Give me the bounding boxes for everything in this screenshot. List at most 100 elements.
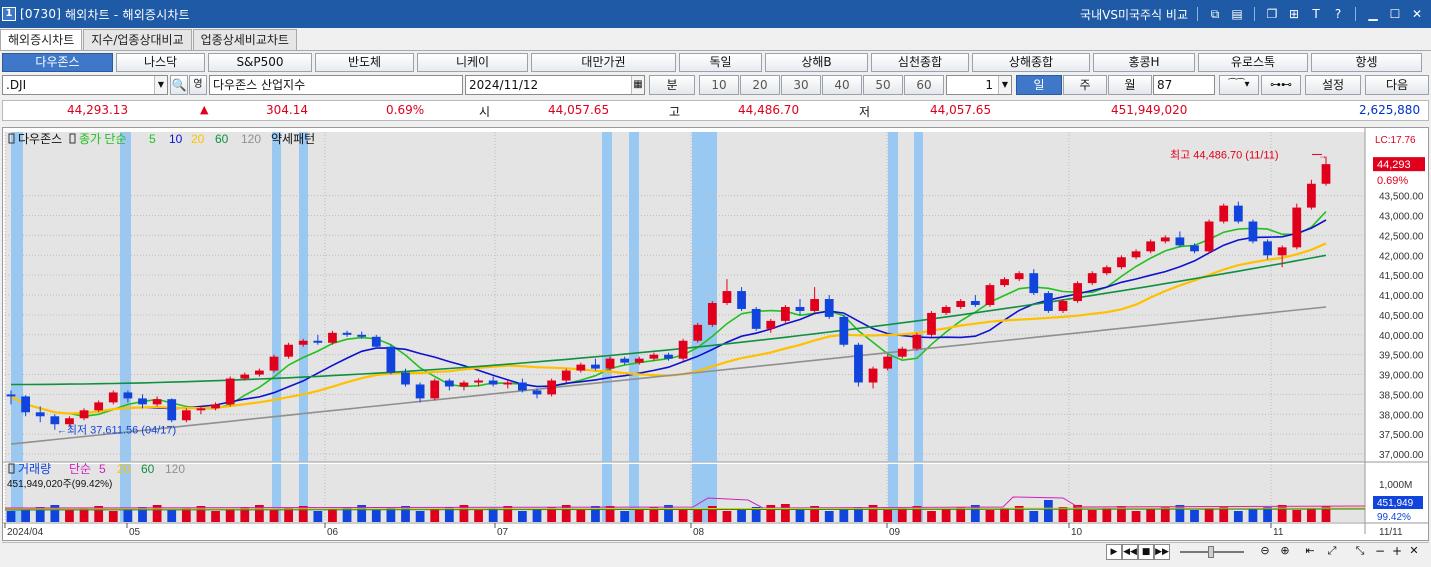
fast-forward-icon[interactable]: ▶▶	[1154, 544, 1170, 560]
up-arrow-icon: ▲	[200, 103, 209, 116]
minimize-icon[interactable]: ▁	[1365, 6, 1381, 22]
index-button-sp500[interactable]: S&P500	[208, 53, 312, 72]
calendar-icon[interactable]: ▦	[631, 76, 644, 94]
candle-body	[605, 358, 615, 369]
candle-body	[342, 332, 352, 335]
search-icon[interactable]: 🔍	[170, 75, 188, 95]
index-button-hongkong-h[interactable]: 홍콩H	[1093, 53, 1195, 72]
index-button-shenzhen[interactable]: 심천종합	[871, 53, 969, 72]
close-icon[interactable]: ✕	[1406, 544, 1422, 560]
price-chart[interactable]: 43,500.00 43,000.00 42,500.00 42,000.00 41,5…	[2, 127, 1429, 541]
minute-option-20[interactable]: 20	[740, 75, 780, 95]
fit-icon[interactable]: ⇤	[1302, 544, 1318, 560]
print-icon[interactable]: ▤	[1229, 6, 1245, 22]
settings-button[interactable]: 설정	[1305, 75, 1361, 95]
index-button-nikkei[interactable]: 니케이	[417, 53, 528, 72]
volume-value: 451,949,020	[1111, 103, 1188, 117]
volume-bar	[518, 511, 527, 522]
index-button-shanghai-b[interactable]: 상해B	[765, 53, 868, 72]
minute-option-30[interactable]: 30	[781, 75, 821, 95]
app-icon: 1	[2, 7, 16, 21]
shrink-icon[interactable]: ⤡	[1352, 544, 1368, 560]
candle-body	[985, 285, 995, 305]
count-spinner[interactable]: 1 ▼	[946, 75, 1012, 95]
expand-icon[interactable]: ⤢	[1324, 544, 1340, 560]
candle-body	[532, 390, 542, 395]
candle-body	[1044, 293, 1053, 311]
volume-bar	[897, 508, 907, 522]
period-month-button[interactable]: 월	[1108, 75, 1152, 95]
right-date-label: 11/11	[1379, 527, 1403, 538]
candle-body	[255, 370, 264, 375]
chart-canvas[interactable]: 43,500.00 43,000.00 42,500.00 42,000.00 41,5…	[3, 128, 1428, 540]
ma-legend-label: 종가 단순	[79, 132, 127, 146]
close-icon[interactable]: ✕	[1409, 6, 1425, 22]
candle-type-icon[interactable]: ⊶⊷	[1261, 75, 1301, 95]
bar-count-input[interactable]: 87	[1153, 75, 1215, 95]
y-tick-label: 42,500.00	[1379, 231, 1424, 242]
tab-index-compare[interactable]: 지수/업종상대비교	[83, 29, 192, 50]
line-chart-icon[interactable]: ⁀⁀▾	[1219, 75, 1259, 95]
index-button-semiconductor[interactable]: 반도체	[315, 53, 414, 72]
index-button-germany[interactable]: 독일	[679, 53, 762, 72]
help-icon[interactable]: ?	[1330, 6, 1346, 22]
index-button-eurostoxx[interactable]: 유로스톡	[1198, 53, 1308, 72]
zoom-slider-handle[interactable]	[1208, 546, 1214, 558]
maximize-icon[interactable]: ☐	[1387, 6, 1403, 22]
candle-body	[196, 408, 206, 411]
text-icon[interactable]: T	[1308, 6, 1324, 22]
rewind-icon[interactable]: ◀◀	[1122, 544, 1138, 560]
high-label: 고	[669, 105, 681, 119]
low-label: 저	[859, 105, 871, 119]
minute-button[interactable]: 분	[649, 75, 695, 95]
minus-icon[interactable]: −	[1372, 544, 1388, 560]
link-window-icon[interactable]: ⧉	[1207, 6, 1223, 22]
minute-option-50[interactable]: 50	[863, 75, 903, 95]
period-day-button[interactable]: 일	[1016, 75, 1062, 95]
y-tick-label: 42,000.00	[1379, 251, 1424, 262]
scroll-right-icon[interactable]: ▶	[1106, 544, 1122, 560]
tab-sector-compare[interactable]: 업종상세비교차트	[192, 29, 297, 50]
y-tick-label: 41,000.00	[1379, 291, 1424, 302]
index-button-dow[interactable]: 다우존스	[2, 53, 113, 72]
symbol-combo[interactable]: .DJI ▼	[2, 75, 168, 95]
period-week-button[interactable]: 주	[1063, 75, 1107, 95]
volume-axis-max: 1,000M	[1379, 480, 1412, 491]
index-button-row: 다우존스 나스닥 S&P500 반도체 니케이 대만가권 독일 상해B 심천종합…	[2, 53, 1429, 73]
candle-body	[488, 380, 498, 385]
y-tick-label: 40,500.00	[1379, 311, 1424, 322]
minute-option-60[interactable]: 60	[904, 75, 944, 95]
plus-icon[interactable]: +	[1389, 544, 1405, 560]
zoom-out-icon[interactable]: ⊖	[1257, 544, 1273, 560]
candle-body	[313, 340, 323, 343]
minute-option-10[interactable]: 10	[699, 75, 739, 95]
index-button-nasdaq[interactable]: 나스닥	[116, 53, 205, 72]
candle-body	[1160, 237, 1170, 242]
candle-body	[79, 410, 89, 419]
index-button-hangseng[interactable]: 항셍	[1311, 53, 1422, 72]
candle-body	[35, 412, 45, 417]
stop-icon[interactable]: ■	[1138, 544, 1154, 560]
candle-body	[240, 374, 250, 379]
candle-body	[941, 306, 951, 313]
date-input[interactable]: 2024/11/12 ▦	[465, 75, 645, 95]
pin-icon[interactable]: ⊞	[1286, 6, 1302, 22]
chevron-down-icon[interactable]: ▼	[154, 76, 167, 94]
candle-body	[1000, 279, 1009, 286]
zoom-in-icon[interactable]: ⊕	[1277, 544, 1293, 560]
pattern-highlight-band	[272, 132, 281, 462]
volume-bar	[693, 508, 703, 522]
compare-link[interactable]: 국내VS미국주식 비교	[1080, 6, 1188, 23]
index-button-shanghai-composite[interactable]: 상해종합	[972, 53, 1090, 72]
next-button[interactable]: 다음	[1365, 75, 1429, 95]
index-button-taiwan[interactable]: 대만가권	[531, 53, 676, 72]
tab-overseas-chart[interactable]: 해외증시차트	[0, 29, 83, 51]
max-price-annotation: 최고 44,486.70 (11/11)	[1170, 148, 1279, 161]
minute-option-40[interactable]: 40	[822, 75, 862, 95]
window-list-icon[interactable]: ❐	[1264, 6, 1280, 22]
candle-body	[1058, 301, 1068, 311]
candle-body	[415, 384, 425, 399]
english-toggle-icon[interactable]: 영	[189, 75, 207, 95]
chevron-down-icon[interactable]: ▼	[998, 76, 1011, 94]
symbol-name-field: 다우존스 산업지수	[209, 75, 463, 95]
